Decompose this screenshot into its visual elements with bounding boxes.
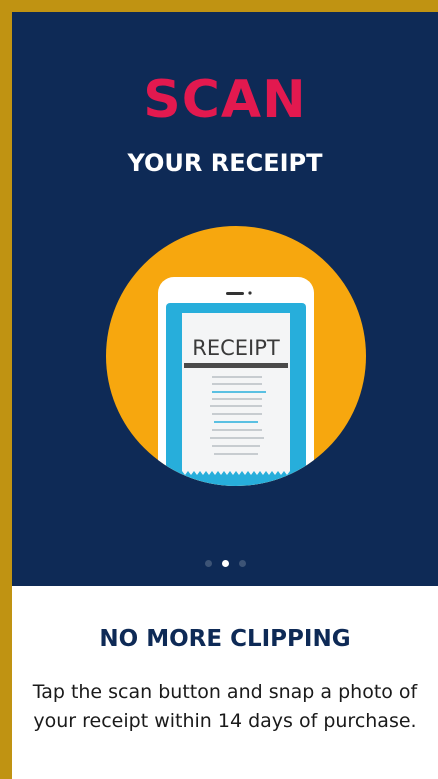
- content-panel: NO MORE CLIPPING Tap the scan button and…: [12, 586, 438, 779]
- pagination-dots: [12, 558, 438, 568]
- phone-camera: [248, 291, 252, 295]
- subheadline: YOUR RECEIPT: [127, 149, 323, 177]
- feature-description: Tap the scan button and snap a photo of …: [32, 681, 418, 732]
- receipt-separator: [184, 363, 288, 368]
- pagination-dot-active[interactable]: [221, 559, 229, 567]
- pagination-dot[interactable]: [204, 559, 212, 567]
- pagination-dot[interactable]: [238, 559, 246, 567]
- headline: SCAN: [143, 70, 307, 130]
- feature-title: NO MORE CLIPPING: [99, 626, 351, 652]
- phone-speaker: [226, 292, 244, 295]
- hero-panel: SCAN YOUR RECEIPT RECEIPT: [12, 12, 438, 586]
- receipt-label: RECEIPT: [192, 336, 280, 360]
- phone-receipt-icon: RECEIPT: [106, 226, 366, 486]
- onboarding-screen: SCAN YOUR RECEIPT RECEIPT NO MORE CLIPPI…: [0, 0, 438, 779]
